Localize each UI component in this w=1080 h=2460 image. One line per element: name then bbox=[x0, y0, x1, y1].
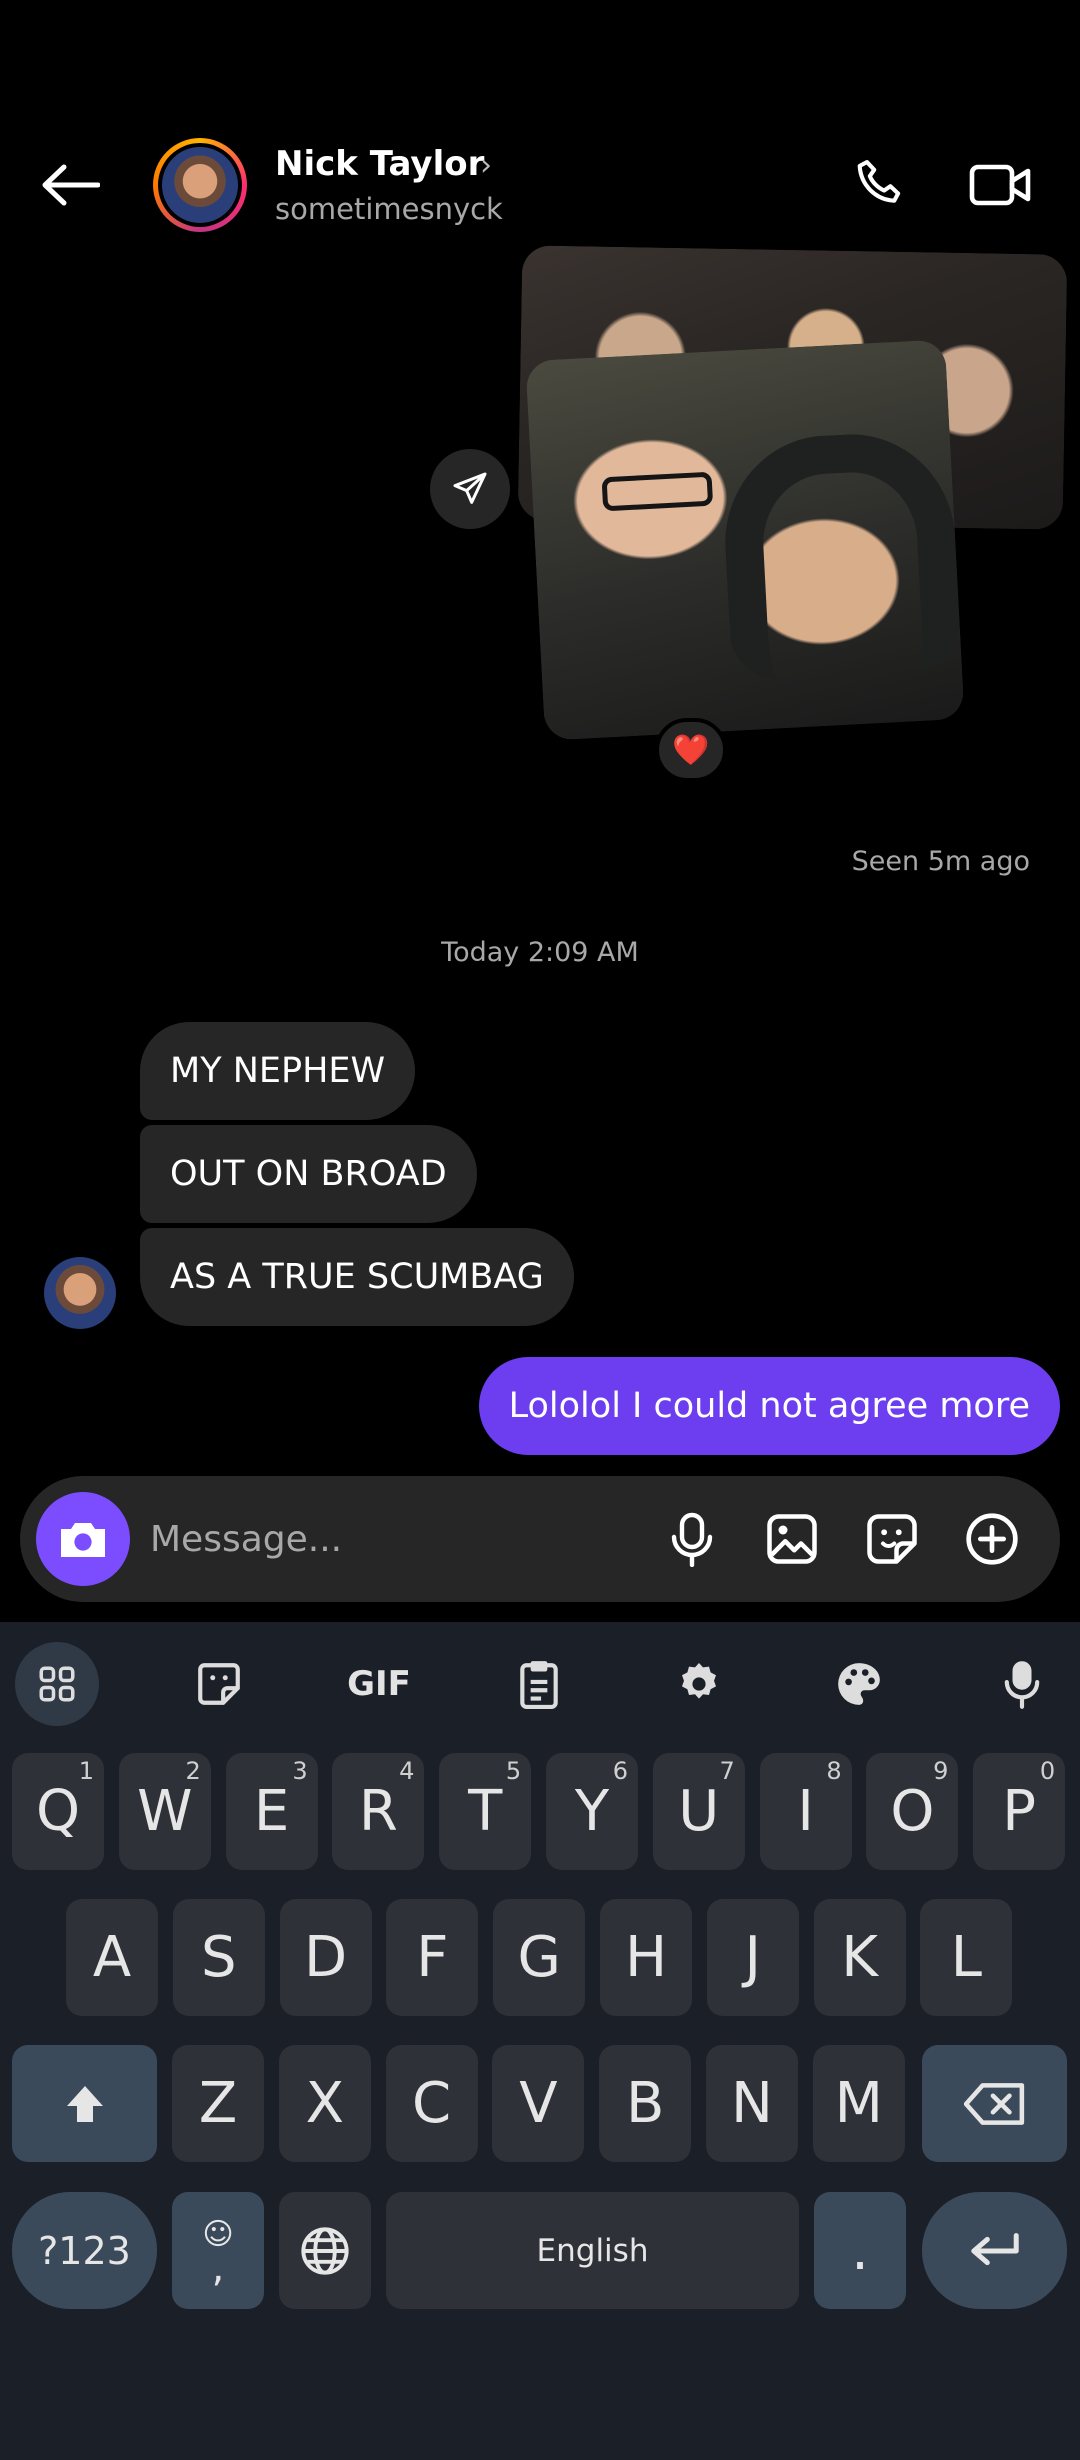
contact-avatar[interactable] bbox=[153, 138, 247, 232]
video-call-button[interactable] bbox=[960, 145, 1040, 225]
more-button[interactable] bbox=[962, 1509, 1022, 1569]
send-icon bbox=[453, 472, 487, 504]
video-camera-icon bbox=[969, 164, 1031, 206]
key-e[interactable]: E3 bbox=[225, 1753, 318, 1870]
key-p[interactable]: P0 bbox=[973, 1753, 1066, 1870]
palette-icon bbox=[838, 1663, 880, 1705]
camera-button[interactable] bbox=[36, 1492, 130, 1586]
backspace-key[interactable] bbox=[922, 2045, 1067, 2162]
key-y[interactable]: Y6 bbox=[546, 1753, 638, 1870]
key-q[interactable]: Q1 bbox=[12, 1753, 104, 1870]
chat-header: Nick Taylor › sometimesnyck bbox=[0, 0, 1080, 255]
audio-call-button[interactable] bbox=[840, 145, 920, 225]
enter-key[interactable] bbox=[922, 2192, 1067, 2309]
gif-button[interactable]: GIF bbox=[337, 1642, 421, 1726]
incoming-message[interactable]: MY NEPHEW bbox=[140, 1022, 416, 1120]
key-o[interactable]: O9 bbox=[866, 1753, 959, 1870]
key-b[interactable]: B bbox=[599, 2045, 692, 2162]
grid-icon bbox=[39, 1666, 75, 1702]
message-input[interactable] bbox=[150, 1506, 630, 1572]
keyboard-sticker-button[interactable] bbox=[177, 1642, 261, 1726]
key-s[interactable]: S bbox=[172, 1899, 265, 2016]
clipboard-icon bbox=[520, 1661, 558, 1709]
message-timestamp: Today 2:09 AM bbox=[441, 937, 639, 968]
photo-front bbox=[525, 339, 965, 741]
key-l[interactable]: L bbox=[920, 1899, 1013, 2016]
key-d[interactable]: D bbox=[279, 1899, 372, 2016]
sticker-icon bbox=[867, 1514, 917, 1564]
key-c[interactable]: C bbox=[385, 2045, 478, 2162]
settings-button[interactable] bbox=[657, 1642, 741, 1726]
key-v[interactable]: V bbox=[492, 2045, 585, 2162]
shift-arrow-icon bbox=[66, 2085, 103, 2122]
shift-key[interactable] bbox=[12, 2045, 157, 2162]
chevron-right-icon: › bbox=[480, 148, 492, 183]
theme-button[interactable] bbox=[817, 1642, 901, 1726]
space-key[interactable]: English bbox=[386, 2192, 799, 2309]
key-j[interactable]: J bbox=[706, 1899, 799, 2016]
seen-status: Seen 5m ago bbox=[851, 846, 1030, 877]
language-key[interactable] bbox=[279, 2192, 371, 2309]
microphone-button[interactable] bbox=[662, 1509, 722, 1569]
key-k[interactable]: K bbox=[813, 1899, 906, 2016]
camera-icon bbox=[61, 1523, 105, 1557]
globe-icon bbox=[301, 2226, 349, 2275]
sender-avatar[interactable] bbox=[44, 1257, 116, 1329]
key-g[interactable]: G bbox=[493, 1899, 586, 2016]
voice-input-button[interactable] bbox=[980, 1642, 1064, 1726]
incoming-message[interactable]: OUT ON BROAD bbox=[140, 1125, 477, 1223]
sticker-icon bbox=[198, 1663, 240, 1705]
outgoing-message[interactable]: Lololol I could not agree more bbox=[478, 1357, 1060, 1455]
gallery-button[interactable] bbox=[762, 1509, 822, 1569]
key-a[interactable]: A bbox=[66, 1899, 158, 2016]
key-z[interactable]: Z bbox=[172, 2045, 264, 2162]
clipboard-button[interactable] bbox=[497, 1642, 581, 1726]
keyboard: GIF Q1W2E3R4T5Y6U7I8O9P0 ASDFGHJKL ZXCVB… bbox=[0, 1622, 1080, 2460]
key-n[interactable]: N bbox=[706, 2045, 798, 2162]
enter-arrow-icon bbox=[970, 2232, 1019, 2265]
message-composer bbox=[20, 1476, 1060, 1602]
shared-photo[interactable] bbox=[515, 245, 1070, 780]
key-i[interactable]: I8 bbox=[759, 1753, 852, 1870]
contact-name[interactable]: Nick Taylor bbox=[275, 144, 484, 184]
key-h[interactable]: H bbox=[600, 1899, 692, 2016]
sticker-button[interactable] bbox=[862, 1509, 922, 1569]
emoji-comma-key[interactable]: ☺ , bbox=[172, 2192, 264, 2309]
key-m[interactable]: M bbox=[812, 2045, 905, 2162]
keyboard-toolbar: GIF bbox=[0, 1622, 1080, 1727]
incoming-message[interactable]: AS A TRUE SCUMBAG bbox=[140, 1228, 574, 1326]
heart-reaction[interactable]: ❤️ bbox=[655, 718, 727, 782]
symbols-key[interactable]: ?123 bbox=[12, 2192, 157, 2309]
apps-grid-button[interactable] bbox=[15, 1642, 99, 1726]
key-x[interactable]: X bbox=[278, 2045, 371, 2162]
image-icon bbox=[767, 1514, 817, 1564]
period-key[interactable]: . bbox=[814, 2192, 906, 2309]
key-f[interactable]: F bbox=[386, 1899, 479, 2016]
backspace-icon bbox=[963, 2082, 1024, 2125]
back-arrow-icon bbox=[42, 164, 100, 206]
share-button[interactable] bbox=[430, 449, 510, 529]
key-w[interactable]: W2 bbox=[118, 1753, 211, 1870]
microphone-icon bbox=[1004, 1661, 1040, 1709]
plus-circle-icon bbox=[966, 1513, 1018, 1565]
back-button[interactable] bbox=[30, 145, 110, 225]
gear-icon bbox=[682, 1663, 716, 1699]
microphone-icon bbox=[671, 1512, 713, 1567]
phone-icon bbox=[857, 159, 901, 203]
key-r[interactable]: R4 bbox=[332, 1753, 425, 1870]
key-u[interactable]: U7 bbox=[652, 1753, 745, 1870]
key-t[interactable]: T5 bbox=[439, 1753, 532, 1870]
contact-username[interactable]: sometimesnyck bbox=[275, 192, 503, 226]
